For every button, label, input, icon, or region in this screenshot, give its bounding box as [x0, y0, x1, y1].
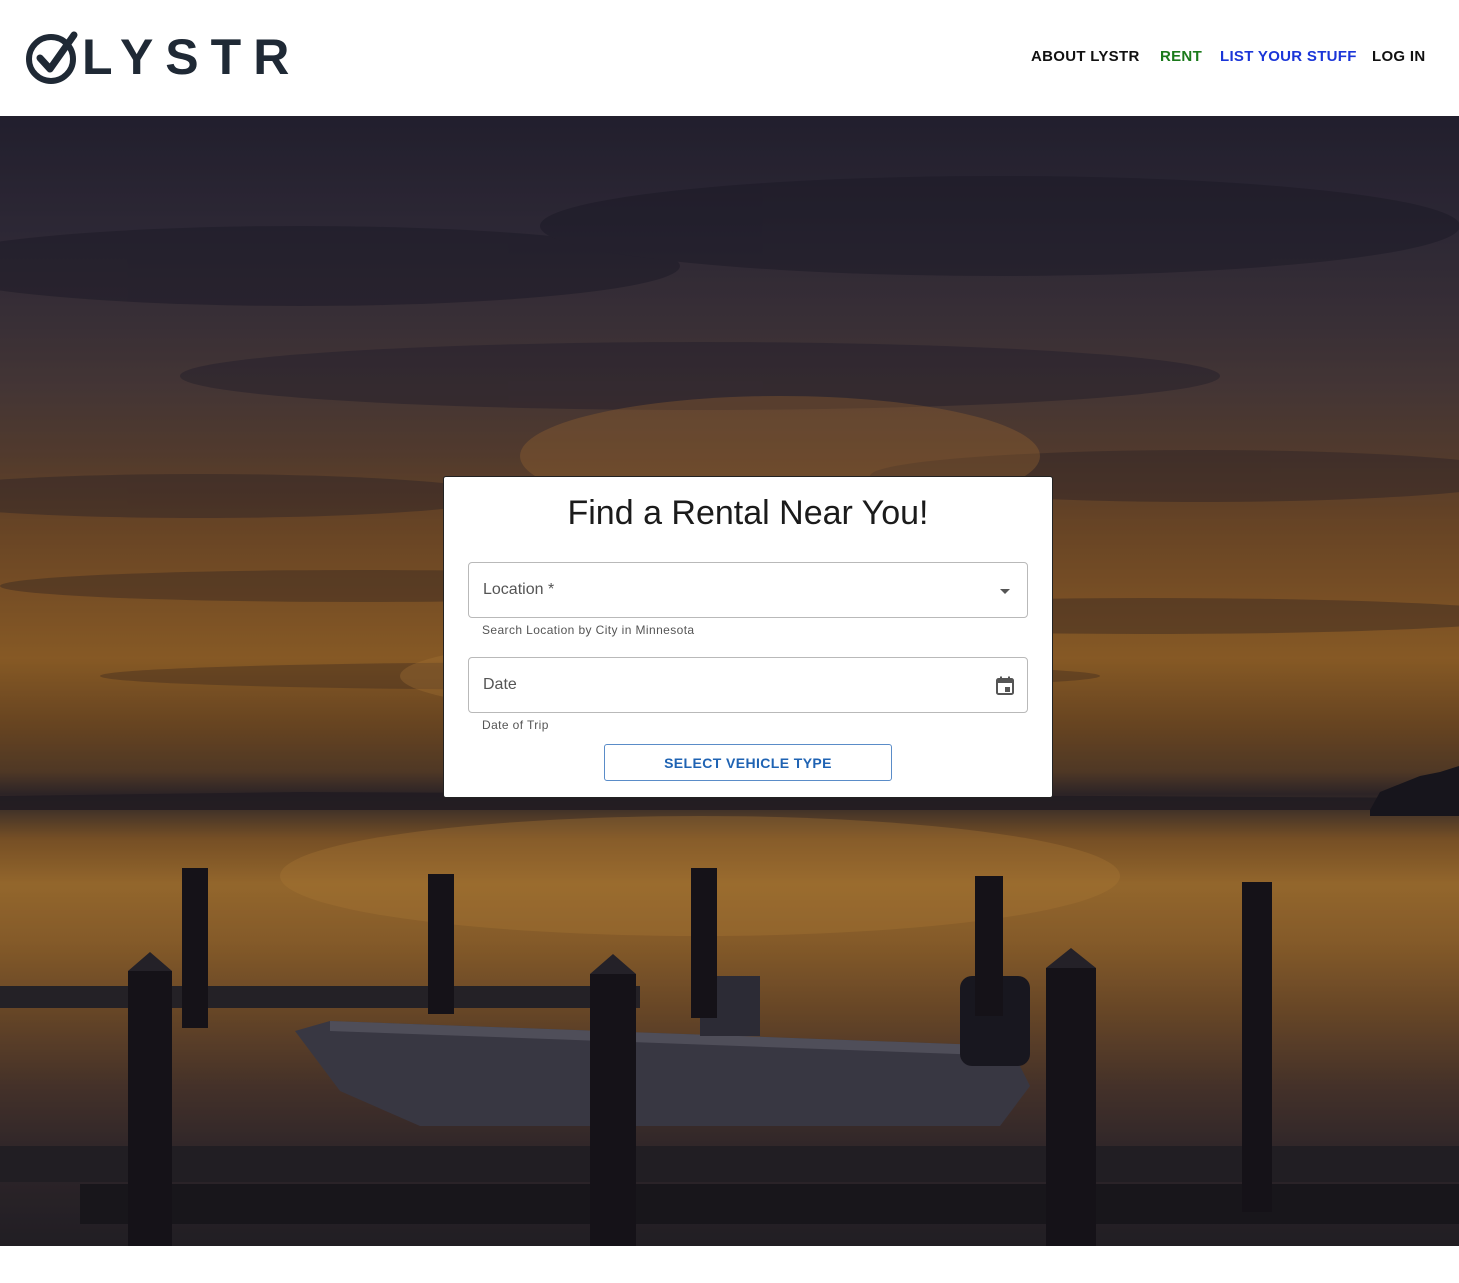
nav-link-about[interactable]: ABOUT LYSTR — [1031, 46, 1140, 68]
select-vehicle-type-button[interactable]: SELECT VEHICLE TYPE — [604, 744, 892, 781]
date-helper-text: Date of Trip — [482, 718, 549, 732]
nav-link-list-your-stuff[interactable]: LIST YOUR STUFF — [1220, 46, 1357, 68]
arrow-drop-down-icon[interactable] — [993, 579, 1017, 603]
date-label: Date — [483, 676, 517, 693]
search-card-title: Find a Rental Near You! — [567, 494, 929, 532]
calendar-icon[interactable] — [993, 674, 1017, 698]
rental-search-card: Find a Rental Near You! Location * Searc… — [443, 476, 1053, 798]
top-navigation-bar: LYSTR ABOUT LYSTR RENT LIST YOUR STUFF L… — [0, 0, 1459, 116]
nav-link-log-in[interactable]: LOG IN — [1372, 46, 1425, 68]
main-nav: ABOUT LYSTR RENT LIST YOUR STUFF LOG IN — [0, 46, 1459, 68]
location-helper-text: Search Location by City in Minnesota — [482, 623, 695, 637]
nav-link-rent[interactable]: RENT — [1160, 46, 1202, 68]
location-select[interactable]: Location * — [468, 562, 1028, 618]
date-input[interactable]: Date — [468, 657, 1028, 713]
location-label: Location * — [483, 581, 555, 598]
